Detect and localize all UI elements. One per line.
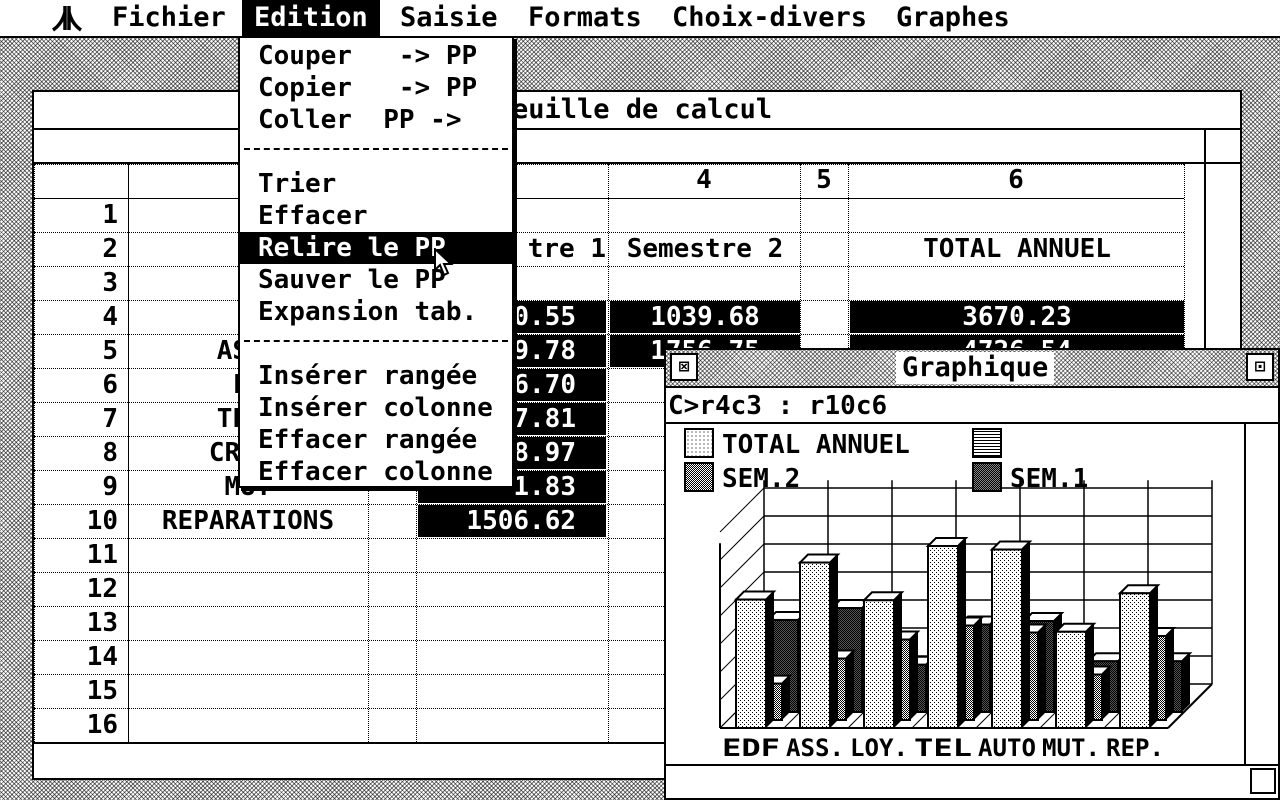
menu-saisie[interactable]: Saisie xyxy=(388,0,510,36)
legend-swatch xyxy=(684,462,714,492)
row-number[interactable]: 11 xyxy=(34,539,118,571)
row-number[interactable]: 12 xyxy=(34,573,118,605)
grid-column-line xyxy=(608,164,609,742)
menu-item-effacer-rangée[interactable]: Effacer rangée xyxy=(240,424,512,456)
cell-value[interactable]: 1506.62 xyxy=(418,505,606,537)
graph-range-reference: C>r4c3 : r10c6 xyxy=(668,391,888,421)
legend-label: SEM.2 xyxy=(722,464,801,494)
graph-title: Graphique xyxy=(896,352,1055,384)
bar-total-annuel-mut xyxy=(1053,622,1097,729)
menu-item-relire-le-pp[interactable]: Relire le PP xyxy=(240,232,512,264)
grid-row-line xyxy=(34,198,1184,199)
legend-label: TOTAL ANNUEL xyxy=(722,430,910,460)
grid-row-line xyxy=(34,266,1184,267)
graph-vertical-scrollbar[interactable] xyxy=(1244,424,1278,764)
column-header[interactable]: 5 xyxy=(800,164,848,196)
fullscreen-box-icon[interactable]: ⊡ xyxy=(1246,353,1274,381)
x-tick-label: EDF xyxy=(722,734,780,762)
graph-window: EDF ASS. LOY. TEL AUTO MUT. REP. ⊠ Graphique ⊡… xyxy=(664,348,1280,800)
menu-separator xyxy=(244,148,508,150)
x-tick-label: TEL xyxy=(914,734,972,762)
chart-gridline-side xyxy=(719,515,765,561)
row-label[interactable]: REPARATIONS xyxy=(130,505,366,537)
bar-total-annuel-tel xyxy=(925,537,969,729)
cell-value[interactable]: 3670.23 xyxy=(850,301,1184,333)
row-number[interactable]: 2 xyxy=(34,233,118,265)
x-tick-label: ASS. xyxy=(786,734,844,762)
cell-value[interactable]: 1039.68 xyxy=(610,301,800,333)
menu-formats[interactable]: Formats xyxy=(516,0,654,36)
menu-choix-divers[interactable]: Choix-divers xyxy=(660,0,879,36)
column-header[interactable]: 4 xyxy=(608,164,800,196)
row-number[interactable]: 4 xyxy=(34,301,118,333)
menu-separator xyxy=(244,340,508,342)
legend-label: SEM.1 xyxy=(1010,464,1089,494)
legend-swatch xyxy=(972,462,1002,492)
x-tick-label: REP. xyxy=(1106,734,1164,762)
bar-total-annuel-rep xyxy=(1117,584,1161,729)
bar-total-annuel-ass xyxy=(797,553,841,729)
row-number[interactable]: 15 xyxy=(34,675,118,707)
row-number[interactable]: 13 xyxy=(34,607,118,639)
menu-item-insérer-rangée[interactable]: Insérer rangée xyxy=(240,360,512,392)
row-number[interactable]: 9 xyxy=(34,471,118,503)
legend-swatch xyxy=(684,428,714,458)
row-number[interactable]: 14 xyxy=(34,641,118,673)
close-box-icon[interactable]: ⊠ xyxy=(670,353,698,381)
row-number[interactable]: 16 xyxy=(34,709,118,741)
row-number[interactable]: 10 xyxy=(34,505,118,537)
formula-entry-line[interactable] xyxy=(34,130,1240,164)
menu-item-expansion-tab[interactable]: Expansion tab. xyxy=(240,296,512,328)
menu-item-effacer-colonne[interactable]: Effacer colonne xyxy=(240,456,512,488)
menu-edition[interactable]: Edition xyxy=(242,0,380,36)
graph-divider xyxy=(666,422,1278,424)
menu-bar: Fichier Edition Saisie Formats Choix-div… xyxy=(0,0,1280,38)
resize-handle-icon[interactable] xyxy=(1250,768,1276,794)
cell-header-total[interactable]: TOTAL ANNUEL xyxy=(850,233,1184,265)
row-number[interactable]: 3 xyxy=(34,267,118,299)
spreadsheet-title-bar[interactable]: euille de calcul xyxy=(34,92,1240,130)
menu-item-copier-pp[interactable]: Copier -> PP xyxy=(240,72,512,104)
menu-item-insérer-colonne[interactable]: Insérer colonne xyxy=(240,392,512,424)
x-tick-label: LOY. xyxy=(850,734,908,762)
row-number[interactable]: 7 xyxy=(34,403,118,435)
graph-title-bar[interactable]: ⊠ Graphique ⊡ xyxy=(666,350,1278,388)
bar-total-annuel-auto xyxy=(989,540,1033,729)
x-tick-label: MUT. xyxy=(1042,734,1100,762)
graph-horizontal-scrollbar[interactable] xyxy=(666,764,1278,800)
spreadsheet-title: euille de calcul xyxy=(512,94,773,125)
row-number[interactable]: 8 xyxy=(34,437,118,469)
menu-item-sauver-le-pp[interactable]: Sauver le PP xyxy=(240,264,512,296)
chart-gridline-side xyxy=(719,487,765,533)
cell-header-sem2[interactable]: Semestre 2 xyxy=(610,233,800,265)
menu-item-couper-pp[interactable]: Couper -> PP xyxy=(240,40,512,72)
menu-fichier[interactable]: Fichier xyxy=(100,0,238,36)
x-tick-label: AUTO xyxy=(978,734,1036,762)
atari-logo-icon[interactable] xyxy=(50,4,84,32)
menu-item-trier[interactable]: Trier xyxy=(240,168,512,200)
chart-gridline-side xyxy=(719,543,765,589)
bar-total-annuel-loy xyxy=(861,591,905,729)
legend-swatch xyxy=(972,428,1002,458)
bar-total-annuel-edf xyxy=(733,590,777,729)
row-number[interactable]: 6 xyxy=(34,369,118,401)
row-number[interactable]: 1 xyxy=(34,199,118,231)
column-header[interactable]: 6 xyxy=(848,164,1184,196)
mouse-pointer-icon xyxy=(434,248,454,277)
grid-column-line xyxy=(128,164,129,742)
menu-item-coller-pp[interactable]: Coller PP -> xyxy=(240,104,512,136)
row-number[interactable]: 5 xyxy=(34,335,118,367)
menu-graphes[interactable]: Graphes xyxy=(884,0,1022,36)
menu-item-effacer[interactable]: Effacer xyxy=(240,200,512,232)
edition-dropdown-menu: Couper -> PP Copier -> PP Coller PP -> Trie… xyxy=(238,36,514,488)
